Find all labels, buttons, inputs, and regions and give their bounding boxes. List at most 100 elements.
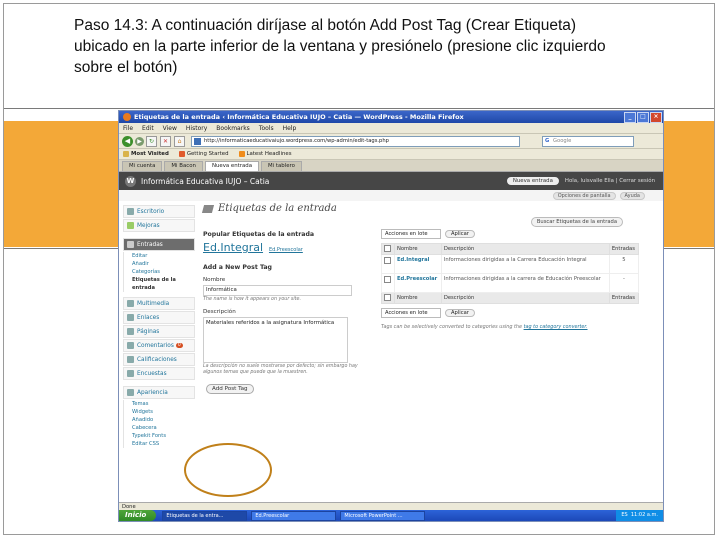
sidebar-item-enlaces[interactable]: Enlaces xyxy=(123,311,195,324)
sidebar-item-multimedia[interactable]: Multimedia xyxy=(123,297,195,310)
tab-mi-tablero[interactable]: Mi tablero xyxy=(261,161,302,171)
home-icon[interactable]: ⌂ xyxy=(174,135,185,147)
sidebar-item-comentarios[interactable]: Comentarios 0 xyxy=(123,339,195,352)
comments-count-badge: 0 xyxy=(175,343,183,348)
sidebar-item-escritorio[interactable]: Escritorio xyxy=(123,205,195,218)
column-header-description[interactable]: Descripción xyxy=(440,243,610,255)
start-button[interactable]: Inicio xyxy=(119,510,157,521)
select-all-checkbox[interactable] xyxy=(384,293,391,301)
menu-history[interactable]: History xyxy=(186,125,207,132)
menu-tools[interactable]: Tools xyxy=(259,125,274,132)
language-indicator[interactable]: ES xyxy=(621,512,627,518)
menu-file[interactable]: File xyxy=(123,125,133,132)
window-titlebar: Etiquetas de la entrada ‹ Informática Ed… xyxy=(119,111,663,123)
sidebar-item-apariencia[interactable]: Apariencia xyxy=(123,386,195,399)
row-checkbox[interactable] xyxy=(384,257,391,264)
row-checkbox-cell[interactable] xyxy=(381,273,395,293)
reload-icon[interactable]: ↻ xyxy=(146,135,157,147)
comments-icon xyxy=(127,342,134,349)
column-footer-name[interactable]: Nombre xyxy=(394,292,442,304)
sidebar-item-calificaciones[interactable]: Calificaciones xyxy=(123,353,195,366)
minimize-button[interactable]: _ xyxy=(624,111,636,123)
taskbar-item-powerpoint[interactable]: Microsoft PowerPoint ... xyxy=(340,510,426,521)
select-all-checkbox[interactable] xyxy=(384,244,391,252)
tab-nueva-entrada[interactable]: Nueva entrada xyxy=(204,161,260,171)
sidebar-sub-typekit[interactable]: Typekit Fonts xyxy=(123,432,195,440)
taskbar-item-firefox[interactable]: Etiquetas de la entra... xyxy=(162,510,248,521)
menu-help[interactable]: Help xyxy=(283,125,297,132)
taskbar-item-folder[interactable]: Ed.Preescolar xyxy=(251,510,337,521)
cloud-tag-integral[interactable]: Ed.Integral xyxy=(203,241,263,254)
select-all-cell[interactable] xyxy=(381,243,395,255)
url-field[interactable]: http://informaticaeducativaiujo.wordpres… xyxy=(191,135,520,147)
bookmark-most-visited[interactable]: Most Visited xyxy=(123,151,169,157)
converter-note: Tags can be selectively converted to cat… xyxy=(381,324,639,330)
main-content: Etiquetas de la entrada Buscar Etiquetas… xyxy=(201,203,643,394)
add-post-tag-button[interactable]: Add Post Tag xyxy=(206,384,254,394)
bookmark-latest-headlines[interactable]: Latest Headlines xyxy=(238,151,292,157)
apply-button-bottom[interactable]: Aplicar xyxy=(445,309,475,317)
add-tag-column: Popular Etiquetas de la entrada Ed.Integ… xyxy=(203,231,363,394)
clock[interactable]: 11:02 a.m. xyxy=(631,512,658,518)
table-row: Ed.Integral Informaciones dirigidas a la… xyxy=(381,254,640,274)
menu-edit[interactable]: Edit xyxy=(142,125,154,132)
sidebar-sub-categorias[interactable]: Categorías xyxy=(123,268,195,276)
bulk-actions-select[interactable]: Acciones en lote xyxy=(381,229,441,239)
sidebar-sub-temas[interactable]: Temas xyxy=(123,400,195,408)
screen-options-button[interactable]: Opciones de pantalla xyxy=(552,191,616,200)
tag-converter-link[interactable]: tag to category converter. xyxy=(524,324,588,330)
sidebar-sub-anadir[interactable]: Añadir xyxy=(123,260,195,268)
select-all-cell-bottom[interactable] xyxy=(381,292,395,304)
forward-icon[interactable]: ▶ xyxy=(135,136,144,146)
tab-mi-bacon[interactable]: Mi Bacon xyxy=(164,161,203,171)
tag-name-input[interactable]: Informática xyxy=(203,285,352,296)
new-entry-button[interactable]: Nueva entrada xyxy=(506,177,559,185)
system-tray: ES 11:02 a.m. xyxy=(616,510,663,521)
tag-name-link[interactable]: Ed.Preescolar xyxy=(394,273,442,293)
row-checkbox[interactable] xyxy=(384,276,391,283)
sidebar-sub-widgets[interactable]: Widgets xyxy=(123,408,195,416)
search-field[interactable]: Google xyxy=(542,135,634,147)
sidebar-label: Mejoras xyxy=(137,222,160,229)
sidebar-item-encuestas[interactable]: Encuestas xyxy=(123,367,195,380)
sidebar-item-paginas[interactable]: Páginas xyxy=(123,325,195,338)
tag-post-count[interactable]: 5 xyxy=(608,254,640,274)
maximize-button[interactable]: □ xyxy=(637,111,649,123)
row-checkbox-cell[interactable] xyxy=(381,254,395,274)
tag-description-textarea[interactable]: Materiales referidos a la asignatura Inf… xyxy=(203,317,348,363)
bulk-actions-select-bottom[interactable]: Acciones en lote xyxy=(381,308,441,318)
sidebar-item-mejoras[interactable]: Mejoras xyxy=(123,219,195,232)
apply-button[interactable]: Aplicar xyxy=(445,230,475,238)
stop-icon[interactable]: ✕ xyxy=(160,135,171,147)
sidebar-label: Comentarios xyxy=(137,342,174,349)
menu-view[interactable]: View xyxy=(163,125,177,132)
column-header-posts[interactable]: Entradas xyxy=(608,243,640,255)
help-button[interactable]: Ayuda xyxy=(619,191,645,200)
column-footer-description[interactable]: Descripción xyxy=(440,292,610,304)
sidebar-sub-etiquetas[interactable]: Etiquetas de la entrada xyxy=(123,276,195,292)
sidebar-sub-editar-css[interactable]: Editar CSS xyxy=(123,440,195,448)
sidebar-label: Calificaciones xyxy=(137,356,177,363)
posts-icon xyxy=(127,241,134,248)
search-tags-button[interactable]: Buscar Etiquetas de la entrada xyxy=(530,217,623,227)
tag-post-count[interactable]: - xyxy=(608,273,640,293)
column-header-name[interactable]: Nombre xyxy=(394,243,442,255)
column-footer-posts[interactable]: Entradas xyxy=(608,292,640,304)
tags-list-column: Acciones en lote Aplicar Nombre Descripc… xyxy=(381,229,640,330)
tag-name-link[interactable]: Ed.Integral xyxy=(394,254,442,274)
cloud-tag-preescolar[interactable]: Ed.Preescolar xyxy=(269,247,303,253)
sidebar-item-entradas[interactable]: Entradas xyxy=(123,238,195,251)
close-button[interactable]: × xyxy=(650,111,662,123)
sidebar-sub-cabecera[interactable]: Cabecera xyxy=(123,424,195,432)
sidebar-sub-editar[interactable]: Editar xyxy=(123,252,195,260)
slide: Paso 14.3: A continuación diríjase al bo… xyxy=(3,3,715,535)
dashboard-icon xyxy=(127,208,134,215)
menu-bookmarks[interactable]: Bookmarks xyxy=(216,125,250,132)
sidebar-sub-anadido[interactable]: Añadido xyxy=(123,416,195,424)
back-icon[interactable]: ◀ xyxy=(122,135,133,147)
site-title[interactable]: Informática Educativa IUJO – Catia xyxy=(141,177,507,186)
sidebar-label: Multimedia xyxy=(137,300,170,307)
user-greeting[interactable]: Hola, luisvalle Ella | Cerrar sesión xyxy=(565,178,655,184)
tab-mi-cuenta[interactable]: Mi cuenta xyxy=(122,161,163,171)
bookmark-getting-started[interactable]: Getting Started xyxy=(178,151,229,157)
